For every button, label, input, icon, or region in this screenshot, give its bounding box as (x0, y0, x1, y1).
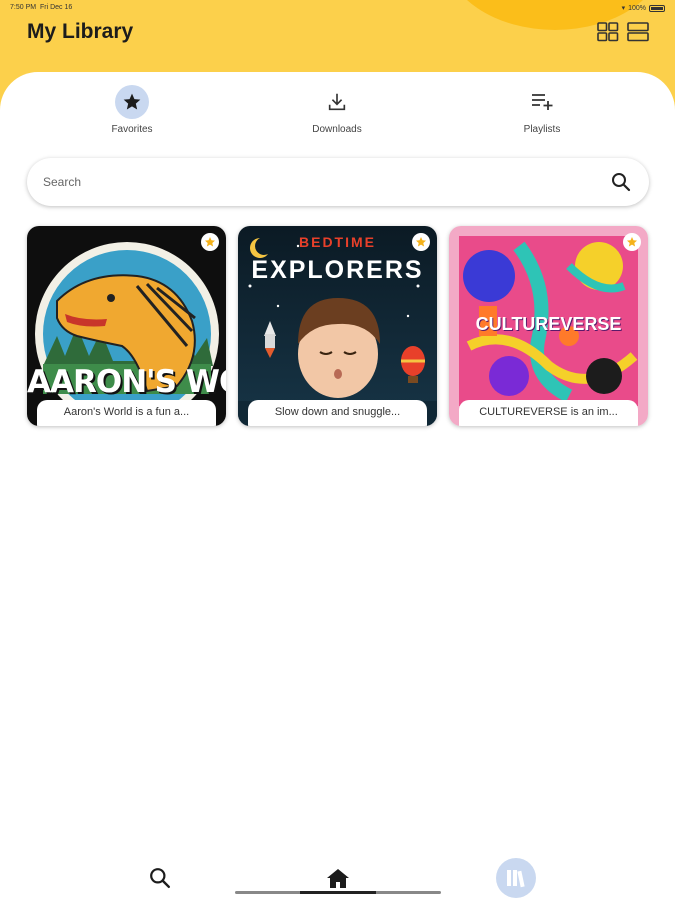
cover-title-top: BEDTIME (299, 234, 376, 250)
grid-view-icon[interactable] (597, 22, 619, 42)
tab-label: Downloads (312, 124, 362, 135)
status-time-date: 7:50 PM Fri Dec 16 (10, 4, 73, 11)
favorite-star-icon[interactable] (201, 233, 219, 251)
tab-playlists[interactable]: Playlists (482, 85, 602, 135)
favorite-star-icon[interactable] (623, 233, 641, 251)
search-icon[interactable] (611, 172, 631, 192)
card-caption: CULTUREVERSE is an im... (459, 400, 638, 426)
home-indicator-active (300, 891, 376, 894)
status-bar: 7:50 PM Fri Dec 16 ▾ 100% (10, 4, 665, 14)
battery-text: 100% (628, 4, 646, 12)
status-right: ▾ 100% (622, 4, 665, 12)
search-bar (27, 158, 649, 206)
favorite-star-icon[interactable] (412, 233, 430, 251)
playlist-add-icon (525, 85, 559, 119)
tab-label: Playlists (523, 124, 561, 135)
card-caption: Slow down and snuggle... (248, 400, 427, 426)
list-view-icon[interactable] (627, 22, 649, 42)
book-card-cultureverse[interactable]: CULTUREVERSE CULTUREVERSE is an im... (449, 226, 648, 426)
cover-title: AARON'S WORLD (27, 364, 226, 400)
page-title: My Library (27, 20, 134, 43)
tab-favorites[interactable]: Favorites (72, 85, 192, 135)
search-input[interactable] (43, 158, 603, 206)
book-card-aarons-world[interactable]: AARON'S WORLD Aaron's World is a fun a..… (27, 226, 226, 426)
wifi-icon: ▾ (621, 5, 626, 12)
book-card-bedtime-explorers[interactable]: BEDTIME EXPLORERS Slow down and snuggle.… (238, 226, 437, 426)
card-caption: Aaron's World is a fun a... (37, 400, 216, 426)
nav-search-icon[interactable] (140, 858, 180, 898)
battery-icon (649, 4, 665, 12)
cover-title: EXPLORERS (251, 256, 424, 284)
tab-label: Favorites (111, 124, 153, 135)
star-icon (115, 85, 149, 119)
tab-downloads[interactable]: Downloads (277, 85, 397, 135)
home-indicator (235, 891, 441, 894)
download-icon (320, 85, 354, 119)
cover-title: CULTUREVERSE (475, 314, 622, 334)
nav-library-icon[interactable] (496, 858, 536, 898)
